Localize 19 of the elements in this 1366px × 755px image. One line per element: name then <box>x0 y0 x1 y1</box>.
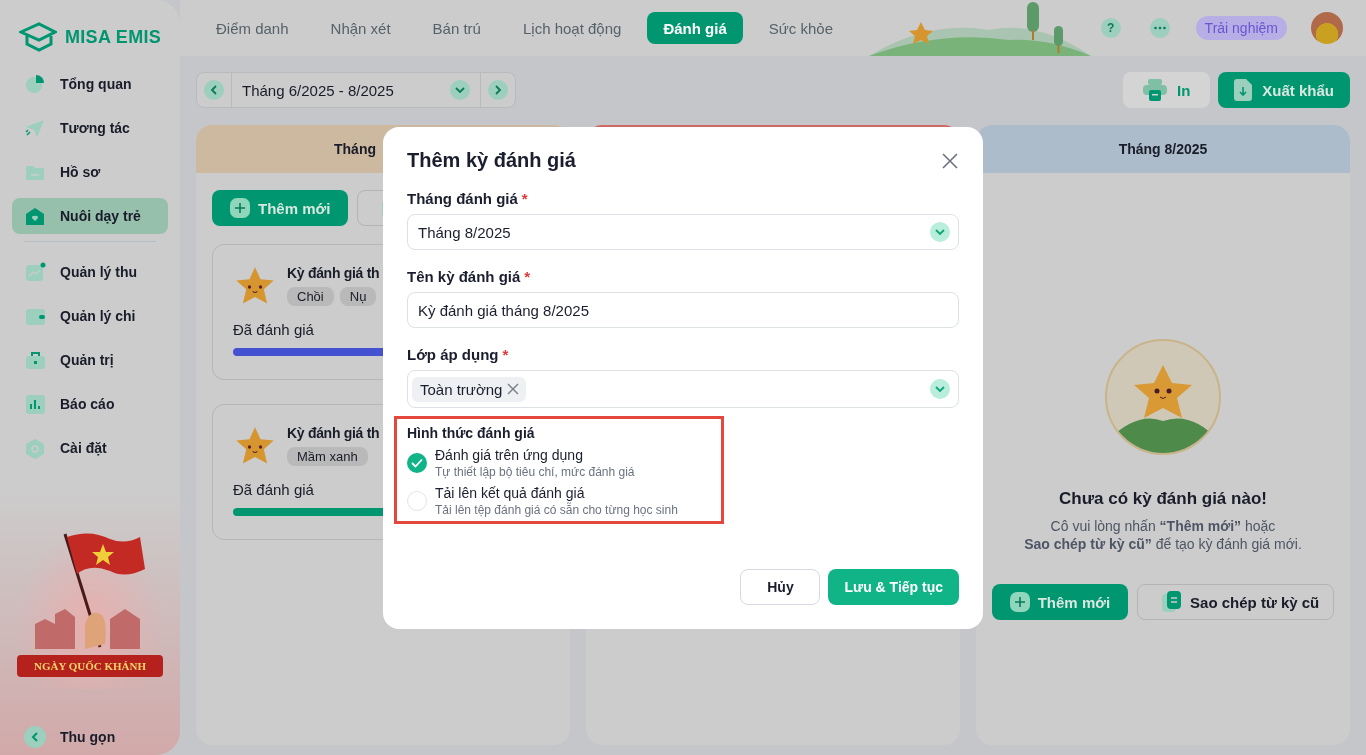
field-label: Tên kỳ đánh giá * <box>407 268 531 285</box>
option-title: Tải lên kết quả đánh giá <box>435 485 586 501</box>
method-label: Hình thức đánh giá <box>407 425 536 441</box>
empty-state-description: Cô vui lòng nhấn “Thêm mới” hoặc Sao chép từ kỳ cũ” để tạo kỳ đánh giá mới. <box>1024 517 1302 553</box>
class-tag: Nụ <box>339 287 377 306</box>
selected-tag: Toàn trường <box>412 376 527 402</box>
field-label: Lớp áp dụng * <box>407 346 509 363</box>
option-title: Đánh giá trên ứng dụng <box>435 447 584 463</box>
logo-text: MISA EMIS <box>65 26 162 48</box>
class-tag: Chồi <box>287 287 334 306</box>
card-title: Kỳ đánh giá th <box>287 265 380 281</box>
card-title: Kỳ đánh giá th <box>287 425 380 441</box>
field-label: Tháng đánh giá * <box>407 190 528 207</box>
progress-label: Đã đánh giá <box>233 481 314 498</box>
option-description: Tải lên tệp đánh giá có sẵn cho từng học sinh <box>435 503 678 517</box>
progress-label: Đã đánh giá <box>233 321 314 338</box>
class-tag: Mầm xanh <box>287 447 368 466</box>
option-description: Tự thiết lập bộ tiêu chí, mức đánh giá <box>435 465 635 479</box>
empty-state-title: Chưa có kỳ đánh giá nào! <box>1059 489 1267 509</box>
